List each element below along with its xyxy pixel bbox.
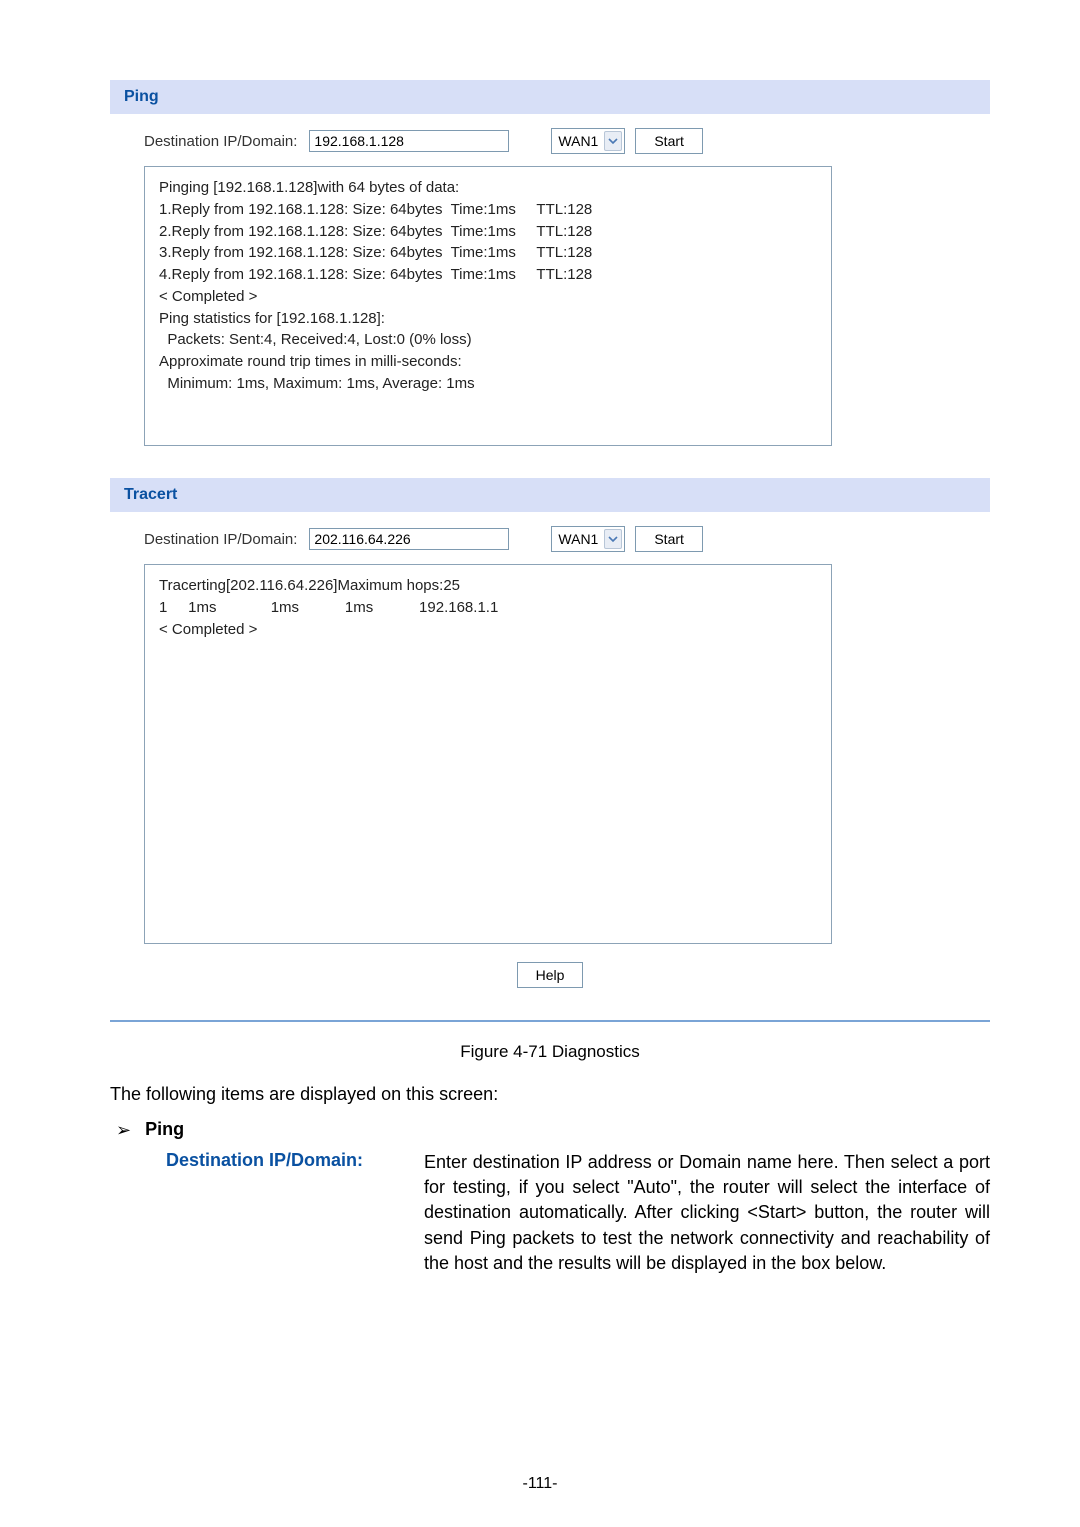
help-button[interactable]: Help: [517, 962, 584, 988]
ping-results-box: Pinging [192.168.1.128]with 64 bytes of …: [144, 166, 832, 446]
ping-header: Ping: [110, 80, 990, 114]
ping-wan-selected: WAN1: [558, 133, 598, 149]
chevron-down-icon: [604, 131, 622, 151]
tracert-wan-select[interactable]: WAN1: [551, 526, 625, 552]
tracert-start-button[interactable]: Start: [635, 526, 703, 552]
tracert-controls: Destination IP/Domain: WAN1 Start: [144, 526, 956, 552]
tracert-dest-label: Destination IP/Domain:: [144, 531, 297, 548]
ping-controls: Destination IP/Domain: WAN1 Start: [144, 128, 956, 154]
ping-dest-input[interactable]: [309, 130, 509, 152]
ping-panel: Ping Destination IP/Domain: WAN1 Start P…: [110, 80, 990, 454]
page-number: -111-: [0, 1475, 1080, 1493]
tracert-results-box: Tracerting[202.116.64.226]Maximum hops:2…: [144, 564, 832, 944]
intro-text: The following items are displayed on thi…: [110, 1084, 990, 1105]
tracert-dest-input[interactable]: [309, 528, 509, 550]
divider: [110, 1020, 990, 1022]
ping-wan-select[interactable]: WAN1: [551, 128, 625, 154]
ping-dest-label: Destination IP/Domain:: [144, 133, 297, 150]
figure-caption: Figure 4-71 Diagnostics: [110, 1042, 990, 1062]
ping-def-term: Destination IP/Domain:: [166, 1150, 396, 1171]
tracert-panel: Tracert Destination IP/Domain: WAN1 Star…: [110, 478, 990, 996]
ping-section-label: Ping: [145, 1119, 184, 1140]
ping-definition-row: Destination IP/Domain: Enter destination…: [166, 1150, 990, 1276]
chevron-down-icon: [604, 529, 622, 549]
ping-start-button[interactable]: Start: [635, 128, 703, 154]
tracert-wan-selected: WAN1: [558, 531, 598, 547]
tracert-header: Tracert: [110, 478, 990, 512]
bullet-icon: ➢: [116, 1121, 131, 1139]
ping-section-heading: ➢ Ping: [116, 1119, 990, 1140]
ping-def-desc: Enter destination IP address or Domain n…: [424, 1150, 990, 1276]
